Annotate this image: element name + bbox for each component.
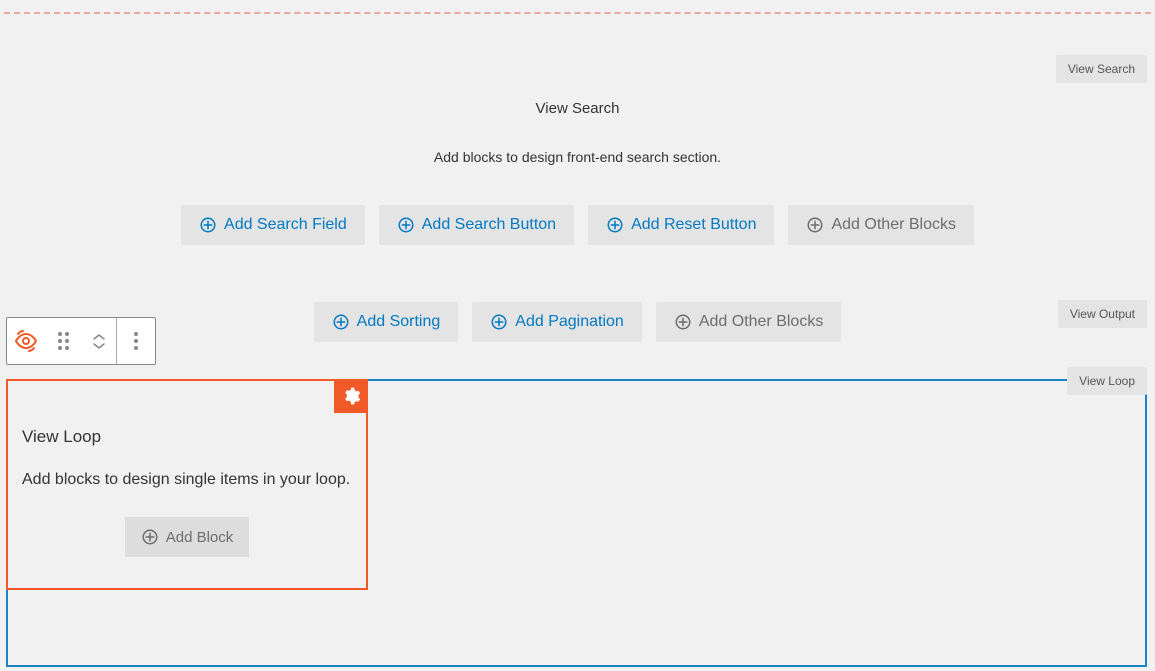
view-search-badge[interactable]: View Search — [1056, 55, 1147, 83]
plus-circle-icon — [606, 216, 624, 234]
view-icon — [14, 329, 38, 353]
block-type-icon-button[interactable] — [7, 318, 45, 364]
plus-circle-icon — [674, 313, 692, 331]
add-other-blocks-search-label: Add Other Blocks — [831, 216, 956, 234]
plus-circle-icon — [397, 216, 415, 234]
drag-handle[interactable] — [45, 318, 81, 364]
add-search-button-button[interactable]: Add Search Button — [379, 205, 574, 245]
add-search-field-label: Add Search Field — [224, 216, 347, 234]
view-loop-title: View Loop — [22, 427, 352, 447]
add-other-blocks-output-label: Add Other Blocks — [699, 313, 824, 331]
selection-boundary-top — [4, 12, 1151, 14]
plus-circle-icon — [332, 313, 350, 331]
plus-circle-icon — [141, 528, 159, 546]
loop-settings-button[interactable] — [334, 379, 368, 413]
view-search-description: Add blocks to design front-end search se… — [0, 149, 1155, 165]
output-buttons-row: Add Sorting Add Pagination Add Other Blo… — [0, 302, 1155, 342]
chevrons-updown-icon — [92, 333, 106, 350]
add-block-label: Add Block — [166, 529, 234, 546]
view-loop-block[interactable]: View Loop Add blocks to design single it… — [6, 379, 368, 590]
plus-circle-icon — [490, 313, 508, 331]
drag-icon — [58, 332, 69, 350]
add-block-button[interactable]: Add Block — [125, 517, 250, 557]
move-up-down-button[interactable] — [81, 318, 117, 364]
add-search-field-button[interactable]: Add Search Field — [181, 205, 365, 245]
view-loop-description: Add blocks to design single items in you… — [22, 471, 352, 489]
add-search-button-label: Add Search Button — [422, 216, 556, 234]
search-buttons-row: Add Search Field Add Search Button Add R… — [0, 205, 1155, 245]
add-sorting-label: Add Sorting — [357, 313, 441, 331]
plus-circle-icon — [806, 216, 824, 234]
add-reset-button-button[interactable]: Add Reset Button — [588, 205, 774, 245]
view-search-title: View Search — [0, 100, 1155, 117]
view-search-section: View Search Add blocks to design front-e… — [0, 100, 1155, 245]
block-toolbar — [6, 317, 156, 365]
view-output-section: Add Sorting Add Pagination Add Other Blo… — [0, 302, 1155, 342]
add-other-blocks-output-button[interactable]: Add Other Blocks — [656, 302, 842, 342]
add-sorting-button[interactable]: Add Sorting — [314, 302, 459, 342]
add-pagination-button[interactable]: Add Pagination — [472, 302, 642, 342]
plus-circle-icon — [199, 216, 217, 234]
add-reset-button-label: Add Reset Button — [631, 216, 756, 234]
add-pagination-label: Add Pagination — [515, 313, 624, 331]
more-options-button[interactable] — [117, 318, 155, 364]
more-vertical-icon — [134, 332, 138, 350]
gear-icon — [341, 386, 361, 406]
loop-content: View Loop Add blocks to design single it… — [8, 381, 366, 571]
view-loop-badge[interactable]: View Loop — [1067, 367, 1147, 395]
add-other-blocks-search-button[interactable]: Add Other Blocks — [788, 205, 974, 245]
